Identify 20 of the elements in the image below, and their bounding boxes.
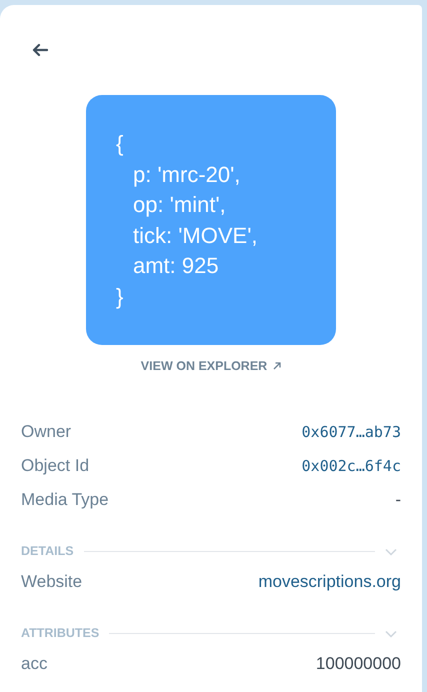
property-label: Media Type <box>21 489 109 511</box>
code-line: tick: 'MOVE', <box>132 222 259 250</box>
address-value[interactable]: 0x6077…ab73 <box>302 420 401 443</box>
address-value[interactable]: 0x002c…6f4c <box>302 454 401 477</box>
code-line: op: 'mint', <box>132 191 227 219</box>
code-line: } <box>116 282 124 311</box>
property-label: Object Id <box>21 455 90 477</box>
property-label: acc <box>21 653 48 675</box>
back-arrow-icon <box>32 43 48 57</box>
explorer-link[interactable]: VIEW ON EXPLORER <box>140 357 282 376</box>
property-value: 100000000 <box>316 653 401 675</box>
property-label: Owner <box>21 421 72 443</box>
property-value: - <box>395 489 401 511</box>
property-label: Website <box>21 571 82 593</box>
code-line: amt: 925 <box>132 252 220 280</box>
website-link[interactable]: movescriptions.org <box>258 569 401 594</box>
code-line: { <box>116 130 124 158</box>
back-button[interactable] <box>31 41 49 59</box>
code-line: p: 'mrc-20', <box>132 160 242 189</box>
external-arrow-icon <box>273 362 282 370</box>
